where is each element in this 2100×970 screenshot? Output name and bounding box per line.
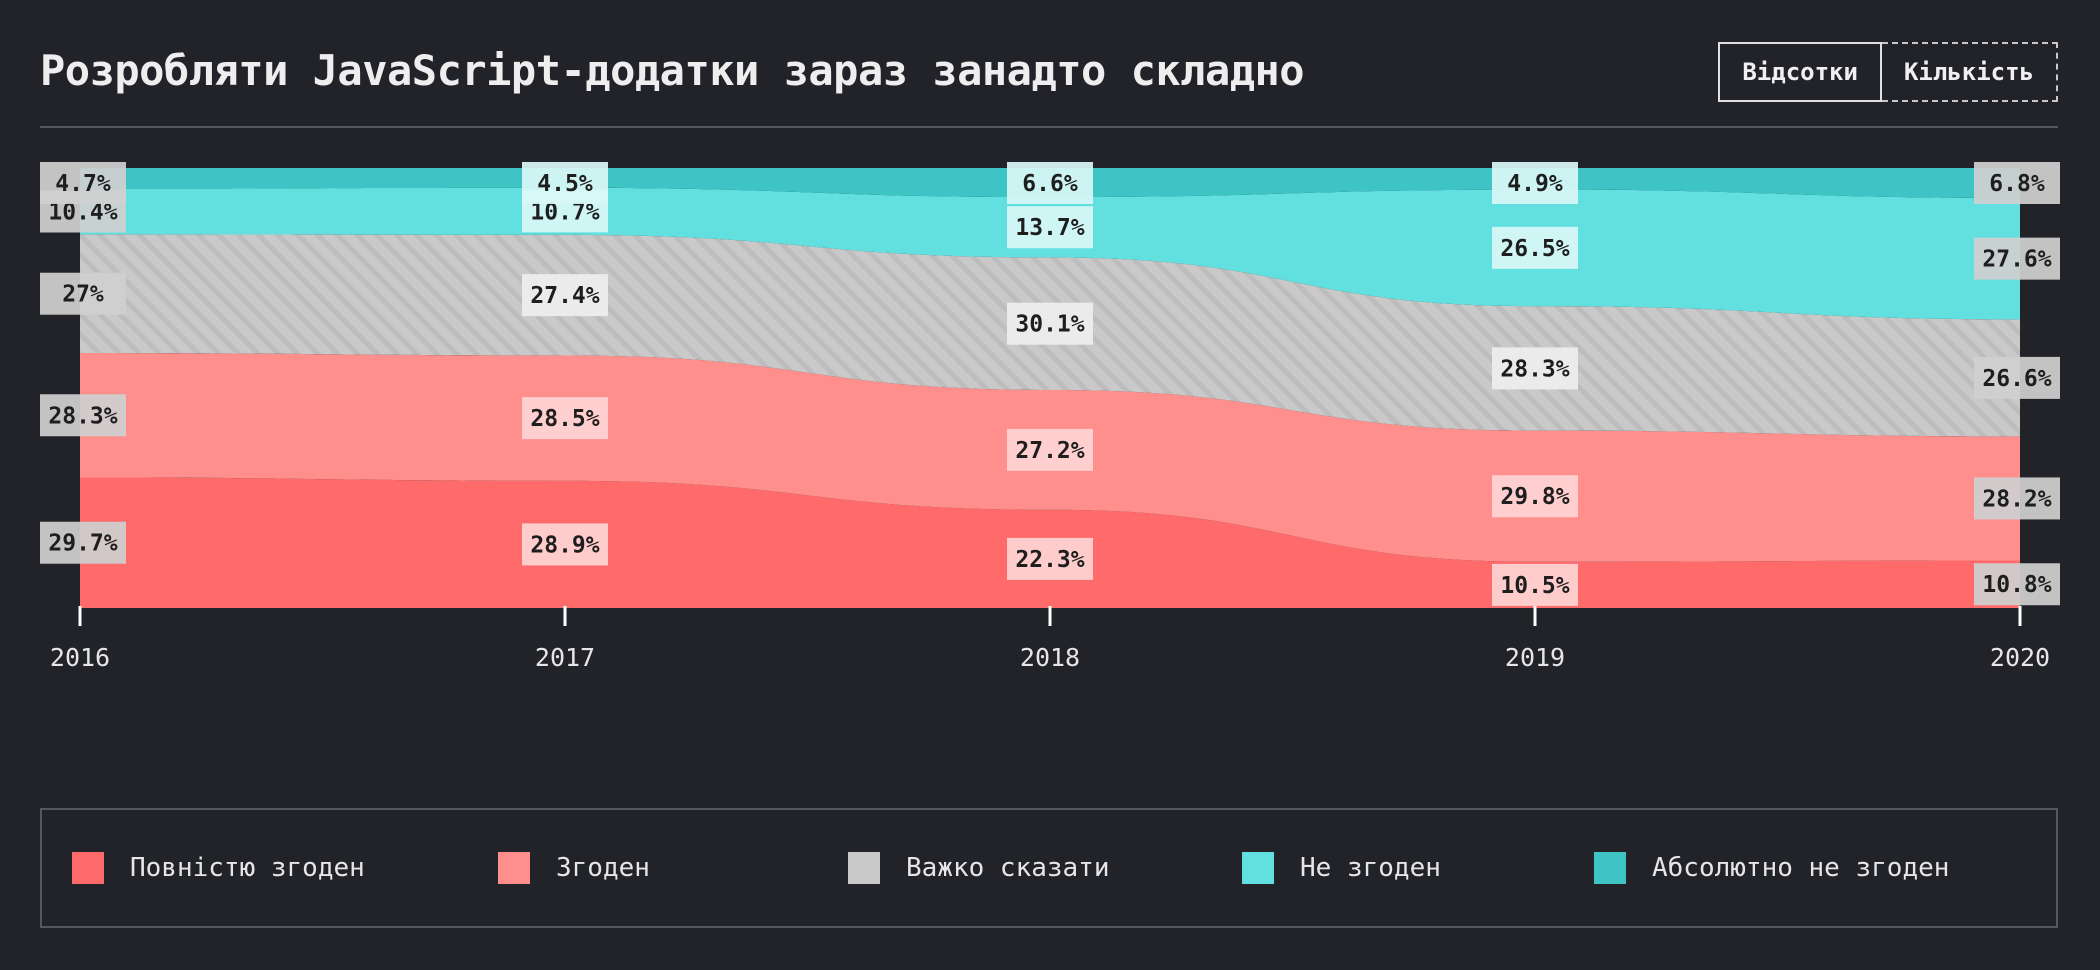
svg-text:4.7%: 4.7%	[55, 171, 111, 197]
data-label: 28.5%	[522, 397, 608, 440]
legend-swatch	[1594, 852, 1626, 884]
legend-label: Не згоден	[1300, 853, 1441, 883]
stacked-area-chart: 2016 2017 2018 2019 2020 29.7% 28.9% 22.3% 10.5%…	[40, 162, 2060, 672]
svg-text:27.4%: 27.4%	[530, 283, 599, 309]
legend-item-disagree[interactable]: Не згоден	[1242, 852, 1441, 884]
legend-swatch	[498, 852, 530, 884]
svg-text:27.6%: 27.6%	[1982, 247, 2051, 273]
data-label: 28.2%	[1974, 477, 2060, 520]
data-label: 6.8%	[1974, 162, 2060, 204]
data-label: 27.4%	[522, 274, 608, 317]
svg-text:26.5%: 26.5%	[1500, 236, 1569, 262]
chart-legend: Повністю згоден Згоден Важко сказати Не зго…	[40, 808, 2058, 928]
data-label: 6.6%	[1007, 162, 1093, 204]
data-label: 26.6%	[1974, 356, 2060, 399]
data-label: 29.7%	[40, 521, 126, 564]
svg-text:28.9%: 28.9%	[530, 532, 599, 558]
svg-text:10.8%: 10.8%	[1982, 572, 2051, 598]
legend-swatch	[848, 852, 880, 884]
data-label: 26.5%	[1492, 226, 1578, 269]
svg-text:6.6%: 6.6%	[1022, 171, 1078, 197]
data-label: 27.6%	[1974, 237, 2060, 280]
data-label: 13.7%	[1007, 206, 1093, 249]
svg-text:29.8%: 29.8%	[1500, 484, 1569, 510]
svg-text:28.3%: 28.3%	[1500, 356, 1569, 382]
svg-text:28.2%: 28.2%	[1982, 486, 2051, 512]
data-label: 10.5%	[1492, 563, 1578, 606]
svg-text:6.8%: 6.8%	[1989, 171, 2045, 197]
svg-text:10.5%: 10.5%	[1500, 573, 1569, 599]
svg-text:28.3%: 28.3%	[48, 403, 117, 429]
x-tick-label: 2020	[1990, 643, 2050, 672]
svg-text:29.7%: 29.7%	[48, 531, 117, 557]
svg-text:26.6%: 26.6%	[1982, 366, 2051, 392]
legend-label: Згоден	[556, 853, 650, 883]
data-label: 27.2%	[1007, 428, 1093, 471]
legend-item-strongly-disagree[interactable]: Абсолютно не згоден	[1594, 852, 1949, 884]
svg-text:30.1%: 30.1%	[1015, 312, 1084, 338]
data-label: 10.8%	[1974, 563, 2060, 606]
data-label: 4.9%	[1492, 162, 1578, 204]
data-label: 4.5%	[522, 162, 608, 204]
data-label: 28.3%	[40, 394, 126, 437]
data-label: 30.1%	[1007, 302, 1093, 345]
data-label: 22.3%	[1007, 537, 1093, 580]
legend-label: Повністю згоден	[130, 853, 365, 883]
svg-text:27.2%: 27.2%	[1015, 438, 1084, 464]
data-label: 28.3%	[1492, 347, 1578, 390]
data-label: 27%	[40, 272, 126, 315]
svg-text:4.5%: 4.5%	[537, 171, 593, 197]
x-tick-label: 2016	[50, 643, 110, 672]
svg-text:13.7%: 13.7%	[1015, 215, 1084, 241]
legend-label: Важко сказати	[906, 853, 1110, 883]
svg-text:22.3%: 22.3%	[1015, 547, 1084, 573]
svg-text:28.5%: 28.5%	[530, 406, 599, 432]
data-label: 4.7%	[40, 162, 126, 204]
data-label: 29.8%	[1492, 475, 1578, 518]
legend-swatch	[72, 852, 104, 884]
legend-label: Абсолютно не згоден	[1652, 853, 1950, 883]
legend-item-agree[interactable]: Згоден	[498, 852, 650, 884]
data-label: 28.9%	[522, 523, 608, 566]
svg-text:27%: 27%	[62, 282, 104, 308]
x-tick-label: 2018	[1020, 643, 1080, 672]
legend-item-neutral[interactable]: Важко сказати	[848, 852, 1110, 884]
legend-swatch	[1242, 852, 1274, 884]
x-tick-label: 2017	[535, 643, 595, 672]
legend-item-strongly-agree[interactable]: Повністю згоден	[72, 852, 365, 884]
svg-text:4.9%: 4.9%	[1507, 171, 1563, 197]
x-tick-label: 2019	[1505, 643, 1565, 672]
